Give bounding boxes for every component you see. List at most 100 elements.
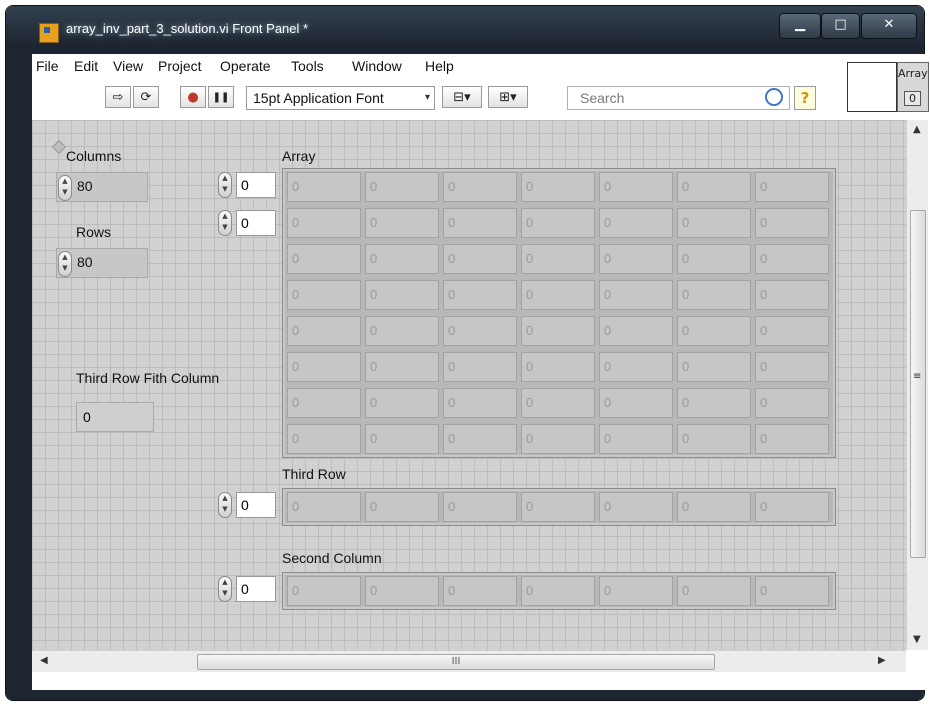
columns-spinner-icon[interactable]: ▲ ▼ [58,175,72,201]
scroll-right-icon[interactable]: ▶ [878,655,886,666]
context-help-icon[interactable]: ? [794,86,816,110]
third-row-spinner-icon[interactable]: ▲ ▼ [218,492,232,518]
array-cell: 0 [287,244,361,274]
menu-tools[interactable]: Tools [291,58,324,74]
array-cell: 0 [599,172,673,202]
minimize-button[interactable]: ▁ [779,13,821,39]
array-cell: 0 [755,172,829,202]
third-row-index[interactable]: ▲ ▼ 0 [218,492,278,518]
font-select[interactable]: 15pt Application Font ▾ [246,86,435,110]
array-cell: 0 [365,352,439,382]
menu-window[interactable]: Window [352,58,402,74]
third-row-index-value[interactable]: 0 [236,492,276,518]
array-cell: 0 [521,424,595,454]
array-cell: 0 [677,208,751,238]
array-cell: 0 [677,244,751,274]
third-row-indicator: 0000000 [282,488,836,526]
array-column-index-value[interactable]: 0 [236,210,276,236]
rows-control[interactable]: ▲ ▼ 80 [56,248,148,278]
array-cell: 0 [599,388,673,418]
array-cell: 0 [677,352,751,382]
vertical-grip-icon: ≡ [913,371,922,382]
second-column-cell: 0 [677,576,751,606]
array-cell: 0 [599,316,673,346]
menu-edit[interactable]: Edit [74,58,98,74]
second-column-index-value[interactable]: 0 [236,576,276,602]
second-column-cell: 0 [287,576,361,606]
third-row-fifth-column-indicator: 0 [76,402,154,432]
scroll-down-icon[interactable]: ▼ [913,634,921,645]
menu-bar: File Edit View Project Operate Tools Win… [32,54,818,80]
menu-view[interactable]: View [113,58,143,74]
array-cell: 0 [677,172,751,202]
toolbar: ⇨ ⟳ ● ❚❚ 15pt Application Font ▾ ⊟▾ ⊞▾ S… [32,82,818,118]
array-cell: 0 [755,424,829,454]
second-column-index[interactable]: ▲ ▼ 0 [218,576,278,602]
array-row-index-value[interactable]: 0 [236,172,276,198]
array-column-index[interactable]: ▲ ▼ 0 [218,210,278,236]
abort-execution-icon[interactable]: ● [180,86,206,108]
menu-help[interactable]: Help [425,58,454,74]
array-cell: 0 [365,208,439,238]
array-cell: 0 [599,208,673,238]
chevron-down-icon: ▾ [424,92,430,103]
title-bar[interactable]: array_inv_part_3_solution.vi Front Panel… [6,6,924,43]
array-cell: 0 [287,352,361,382]
array-cell: 0 [599,352,673,382]
connector-pane[interactable] [847,62,897,112]
rows-label: Rows [76,224,112,240]
array-cell: 0 [365,388,439,418]
maximize-button[interactable]: □ [821,13,860,39]
third-row-cell: 0 [755,492,829,522]
array-cell: 0 [287,424,361,454]
array-label: Array [282,148,316,164]
second-column-cell: 0 [443,576,517,606]
second-column-cell: 0 [599,576,673,606]
array-cell: 0 [677,280,751,310]
search-icon[interactable] [765,88,783,106]
third-row-label: Third Row [282,466,346,482]
third-row-fifth-column-label: Third Row Fith Column [76,370,220,386]
scroll-left-icon[interactable]: ◀ [40,655,48,666]
distribute-objects-icon[interactable]: ⊞▾ [488,86,528,108]
array-cell: 0 [755,244,829,274]
window-title: array_inv_part_3_solution.vi Front Panel… [66,21,309,36]
run-arrow-icon[interactable]: ⇨ [105,86,131,108]
array-cell: 0 [755,280,829,310]
rows-spinner-icon[interactable]: ▲ ▼ [58,251,72,277]
pause-icon[interactable]: ❚❚ [208,86,234,108]
align-objects-icon[interactable]: ⊟▾ [442,86,482,108]
vi-icon[interactable]: Array 0 [897,62,929,112]
menu-operate[interactable]: Operate [220,58,271,74]
column-index-spinner-icon[interactable]: ▲ ▼ [218,210,232,236]
run-continuously-icon[interactable]: ⟳ [133,86,159,108]
vertical-scrollbar[interactable]: ▲ ≡ ▼ [906,120,928,650]
horizontal-scroll-thumb[interactable]: III [197,654,715,670]
third-row-cell: 0 [287,492,361,522]
array-row-index[interactable]: ▲ ▼ 0 [218,172,278,198]
array-cell: 0 [677,424,751,454]
array-cell: 0 [677,388,751,418]
third-row-cell: 0 [443,492,517,522]
array-cell: 0 [677,316,751,346]
second-column-spinner-icon[interactable]: ▲ ▼ [218,576,232,602]
horizontal-scrollbar[interactable]: ◀ III ▶ [32,650,906,672]
scroll-up-icon[interactable]: ▲ [913,124,921,135]
array-cell: 0 [443,208,517,238]
columns-value[interactable]: 80 [77,178,93,194]
vertical-scroll-thumb[interactable]: ≡ [910,210,926,558]
font-select-value: 15pt Application Font [253,90,384,106]
array-cell: 0 [521,244,595,274]
rows-value[interactable]: 80 [77,254,93,270]
second-column-cell: 0 [365,576,439,606]
columns-control[interactable]: ▲ ▼ 80 [56,172,148,202]
menu-file[interactable]: File [36,58,59,74]
array-cell: 0 [365,280,439,310]
front-panel[interactable]: Columns ▲ ▼ 80 Rows ▲ ▼ 80 Third Row Fith … [32,120,906,650]
row-index-spinner-icon[interactable]: ▲ ▼ [218,172,232,198]
menu-project[interactable]: Project [158,58,202,74]
close-button[interactable]: ✕ [861,13,917,39]
array-cell: 0 [443,316,517,346]
third-row-cell: 0 [599,492,673,522]
search-input[interactable]: Search [567,86,790,110]
